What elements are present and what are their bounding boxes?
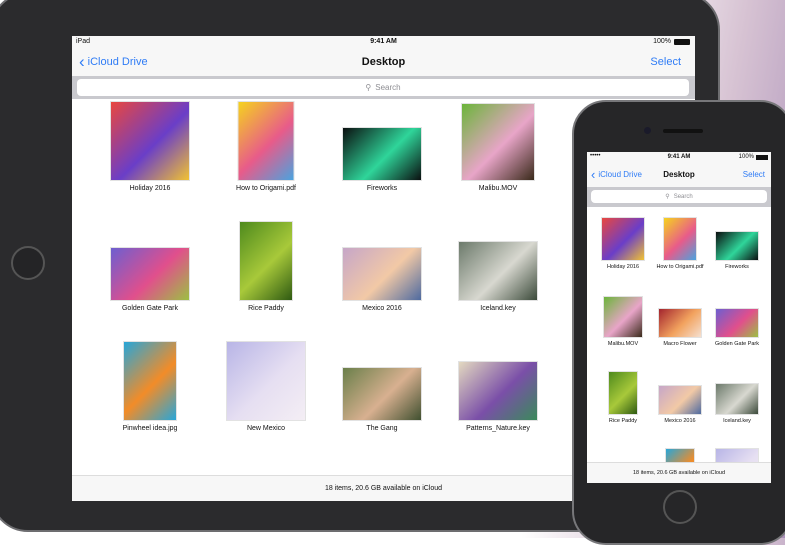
status-bar: iPad 9:41 AM 100%: [72, 36, 695, 47]
search-input[interactable]: ⚲ Search: [591, 190, 767, 203]
file-item[interactable]: Rice Paddy: [602, 372, 644, 424]
search-band: ⚲ Search: [587, 187, 771, 207]
file-item[interactable]: Iceland.key: [459, 222, 537, 312]
file-item[interactable]: Mexico 2016: [659, 372, 701, 424]
navigation-bar: ‹ iCloud Drive Desktop Select: [72, 47, 695, 76]
file-item[interactable]: Pinwheel idea.jpg: [111, 342, 189, 432]
search-icon: ⚲: [365, 83, 372, 92]
file-item[interactable]: The Gang: [343, 342, 421, 432]
file-name: Pinwheel idea.jpg: [122, 425, 178, 432]
file-item[interactable]: How to Origami.pdf: [227, 102, 305, 192]
search-input[interactable]: ⚲ Search: [77, 79, 689, 96]
file-thumbnail: [111, 102, 189, 180]
search-band: ⚲ Search: [72, 76, 695, 99]
file-name: Patterns_Nature.key: [466, 425, 530, 432]
file-thumbnail: [604, 297, 642, 337]
file-item[interactable]: Malibu.MOV: [602, 295, 644, 347]
file-item[interactable]: How to Origami.pdf: [656, 218, 704, 270]
file-name: New Mexico: [246, 425, 286, 432]
file-thumbnail: [462, 104, 534, 180]
file-item[interactable]: Fireworks: [343, 102, 421, 192]
file-item[interactable]: Patterns_Nature.key: [459, 342, 537, 432]
footer-status: 18 items, 20.6 GB available on iCloud: [587, 462, 771, 483]
search-placeholder: Search: [375, 83, 401, 92]
file-name: Fireworks: [366, 185, 398, 192]
camera: [644, 127, 651, 134]
file-item[interactable]: Holiday 2016: [111, 102, 189, 192]
file-thumbnail: [343, 128, 421, 180]
ipad-home-button[interactable]: [11, 246, 45, 280]
file-thumbnail: [343, 368, 421, 420]
file-name: The Gang: [366, 425, 398, 432]
file-thumbnail: [609, 372, 637, 414]
file-thumbnail: [459, 362, 537, 420]
file-thumbnail: [343, 248, 421, 300]
status-bar: ••••• 9:41 AM 100%: [587, 152, 771, 162]
file-item[interactable]: Golden Gate Park: [111, 222, 189, 312]
battery-icon: [674, 39, 690, 45]
file-item[interactable]: Iceland.key: [716, 372, 758, 424]
file-thumbnail: [602, 218, 644, 260]
battery-icon: [756, 155, 768, 160]
file-item[interactable]: Macro Flower: [659, 295, 701, 347]
search-icon: ⚲: [665, 194, 670, 200]
file-name: Malibu.MOV: [478, 185, 518, 192]
file-thumbnail: [716, 232, 758, 260]
file-item[interactable]: Malibu.MOV: [459, 102, 537, 192]
file-thumbnail: [459, 242, 537, 300]
file-thumbnail: [240, 222, 292, 300]
file-thumbnail: [716, 309, 758, 337]
file-thumbnail: [664, 218, 696, 260]
file-item[interactable]: Fireworks: [716, 218, 758, 270]
speaker: [663, 129, 703, 133]
file-thumbnail: [227, 342, 305, 420]
file-name: How to Origami.pdf: [236, 185, 296, 192]
battery-percent: 100%: [738, 154, 754, 160]
file-name: Iceland.key: [480, 305, 516, 312]
file-name: Mexico 2016: [362, 305, 402, 312]
file-name: Holiday 2016: [129, 185, 171, 192]
page-title: Desktop: [361, 55, 406, 68]
iphone-screen: ••••• 9:41 AM 100% ‹ iCloud Drive Deskto…: [587, 152, 771, 483]
file-thumbnail: [659, 309, 701, 337]
navigation-bar: ‹ iCloud Drive Desktop Select: [587, 162, 771, 187]
file-thumbnail: [238, 102, 294, 180]
file-name: Golden Gate Park: [121, 305, 179, 312]
file-name: Fireworks: [725, 264, 749, 270]
file-name: Golden Gate Park: [714, 341, 760, 347]
file-name: Rice Paddy: [248, 305, 284, 312]
file-item[interactable]: Golden Gate Park: [715, 295, 759, 347]
file-item[interactable]: Holiday 2016: [602, 218, 644, 270]
file-thumbnail: [124, 342, 176, 420]
file-name: Iceland.key: [723, 418, 751, 424]
file-item[interactable]: Mexico 2016: [343, 222, 421, 312]
search-placeholder: Search: [673, 193, 693, 200]
status-time: 9:41 AM: [370, 38, 397, 45]
file-thumbnail: [659, 386, 701, 414]
file-item[interactable]: Rice Paddy: [227, 222, 305, 312]
battery-percent: 100%: [653, 38, 671, 45]
file-thumbnail: [111, 248, 189, 300]
select-button[interactable]: Select: [650, 56, 681, 68]
select-button[interactable]: Select: [743, 170, 765, 179]
file-thumbnail: [716, 384, 758, 414]
iphone-home-button[interactable]: [663, 490, 697, 524]
file-item[interactable]: New Mexico: [227, 342, 305, 432]
